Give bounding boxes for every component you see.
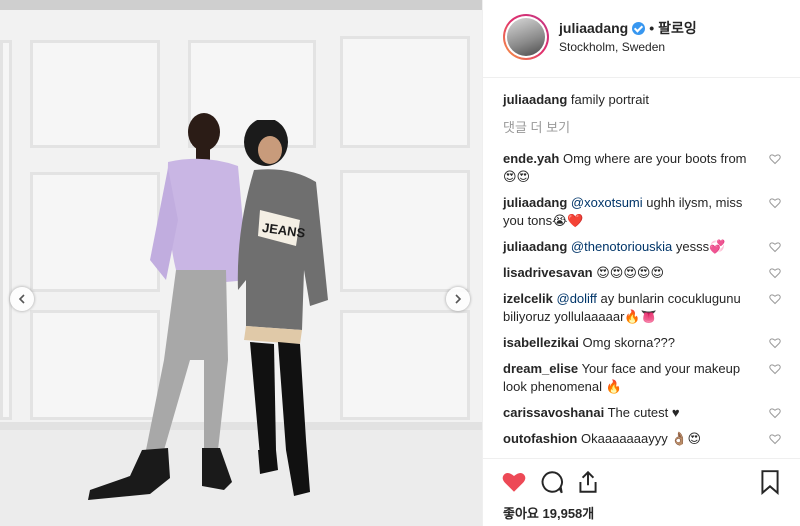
chevron-right-icon xyxy=(455,294,462,304)
comment-like-icon[interactable] xyxy=(769,267,781,279)
comment-item: ende.yah Omg where are your boots from 😍… xyxy=(503,150,783,186)
post-actions: 좋아요 19,958개 xyxy=(483,458,800,526)
comment-item: paige.sandher Check your messages xyxy=(503,456,783,457)
avatar-image xyxy=(507,18,545,56)
comment-icon[interactable] xyxy=(539,469,565,495)
caption-username[interactable]: juliaadang xyxy=(503,92,567,107)
bookmark-icon[interactable] xyxy=(757,469,783,495)
comment-like-icon[interactable] xyxy=(769,241,781,253)
caption: juliaadang family portrait xyxy=(503,91,783,108)
verified-badge-icon xyxy=(632,21,646,35)
comment-like-icon[interactable] xyxy=(769,293,781,305)
comment-item: lisadrivesavan 😍😍😍😍😍 xyxy=(503,264,783,282)
next-photo-button[interactable] xyxy=(446,287,470,311)
comment-like-icon[interactable] xyxy=(769,363,781,375)
post-header: juliaadang • 팔로잉 Stockholm, Sweden xyxy=(483,0,800,78)
header-user-row: juliaadang • 팔로잉 xyxy=(559,18,697,38)
person-right: JEANS xyxy=(237,120,328,496)
prev-photo-button[interactable] xyxy=(10,287,34,311)
avatar-inner xyxy=(505,16,547,58)
following-button[interactable]: 팔로잉 xyxy=(658,18,697,38)
wall-panel xyxy=(340,36,470,148)
chevron-left-icon xyxy=(18,294,25,304)
avatar[interactable] xyxy=(503,14,549,60)
comment-text: Okaaaaaaayyy 👌🏽😍 xyxy=(581,431,702,446)
location-link[interactable]: Stockholm, Sweden xyxy=(559,40,665,54)
comments-list[interactable]: juliaadang family portrait 댓글 더 보기 ende.… xyxy=(483,79,800,457)
comment-username[interactable]: lisadrivesavan xyxy=(503,265,593,280)
heart-icon[interactable] xyxy=(501,469,527,495)
post-photo: JEANS xyxy=(0,0,482,526)
view-more-comments[interactable]: 댓글 더 보기 xyxy=(503,117,783,136)
comment-item: izelcelik @doliff ay bunlarin cocuklugun… xyxy=(503,290,783,326)
comment-item: dream_elise Your face and your makeup lo… xyxy=(503,360,783,396)
comment-text: The cutest ♥ xyxy=(607,405,680,420)
wall-panel xyxy=(340,310,470,420)
comment-item: carissavoshanai The cutest ♥ xyxy=(503,404,783,422)
comment-username[interactable]: juliaadang xyxy=(503,195,567,210)
share-icon[interactable] xyxy=(575,469,601,495)
comment-container: ende.yah Omg where are your boots from 😍… xyxy=(503,150,783,457)
comment-text: 😍😍😍😍😍 xyxy=(596,265,665,280)
comment-like-icon[interactable] xyxy=(769,337,781,349)
likes-label: 좋아요 xyxy=(503,506,539,521)
comment-like-icon[interactable] xyxy=(769,433,781,445)
comment-mention[interactable]: @doliff xyxy=(557,291,597,306)
header-dot: • xyxy=(649,20,655,36)
photo-top-strip xyxy=(0,0,482,10)
comment-item: juliaadang @xoxotsumi ughh ilysm, miss y… xyxy=(503,194,783,230)
comment-like-icon[interactable] xyxy=(769,153,781,165)
caption-text: family portrait xyxy=(570,92,649,107)
comment-username[interactable]: outofashion xyxy=(503,431,577,446)
header-username[interactable]: juliaadang xyxy=(559,20,628,36)
likes-number: 19,958개 xyxy=(542,506,595,521)
comment-mention[interactable]: @xoxotsumi xyxy=(571,195,643,210)
comment-like-icon[interactable] xyxy=(769,407,781,419)
comment-text: Omg skorna??? xyxy=(582,335,676,350)
wall-panel xyxy=(340,170,470,292)
comment-item: juliaadang @thenotoriouskia yesss💞 xyxy=(503,238,783,256)
comment-mention[interactable]: @thenotoriouskia xyxy=(571,239,672,254)
comment-item: isabellezikai Omg skorna??? xyxy=(503,334,783,352)
instagram-post: JEANS juliaadang • 팔로잉 Stockholm, Sweden… xyxy=(0,0,800,526)
comment-username[interactable]: juliaadang xyxy=(503,239,567,254)
comment-username[interactable]: dream_elise xyxy=(503,361,578,376)
comment-like-icon[interactable] xyxy=(769,197,781,209)
comment-username[interactable]: isabellezikai xyxy=(503,335,579,350)
comment-item: outofashion Okaaaaaaayyy 👌🏽😍 xyxy=(503,430,783,448)
wall-panel xyxy=(0,40,12,420)
comment-text: yesss💞 xyxy=(672,239,726,254)
comment-username[interactable]: carissavoshanai xyxy=(503,405,604,420)
likes-count[interactable]: 좋아요 19,958개 xyxy=(503,503,594,522)
post-side-panel: juliaadang • 팔로잉 Stockholm, Sweden julia… xyxy=(482,0,800,526)
comment-username[interactable]: ende.yah xyxy=(503,151,559,166)
comment-username[interactable]: izelcelik xyxy=(503,291,553,306)
